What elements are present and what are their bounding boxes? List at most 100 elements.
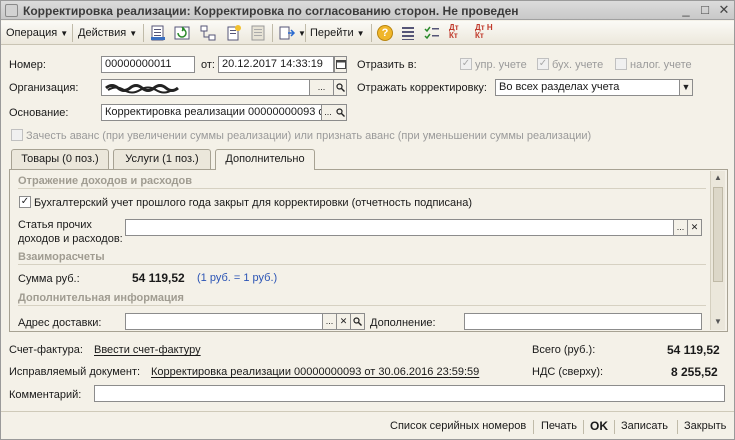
- refresh-icon[interactable]: [173, 24, 191, 42]
- dt-kt-icon[interactable]: Дт Кт: [449, 24, 469, 42]
- print-button[interactable]: Печать: [541, 420, 577, 432]
- corrected-document-label: Исправляемый документ:: [9, 366, 141, 378]
- checklist-icon[interactable]: [423, 24, 441, 42]
- comment-field[interactable]: [94, 385, 725, 402]
- management-accounting-checkbox[interactable]: ✓: [460, 58, 472, 70]
- accounting-checkbox[interactable]: ✓: [537, 58, 549, 70]
- operation-menu[interactable]: Операция ▼: [6, 25, 68, 41]
- delivery-address-clear-button[interactable]: ✕: [337, 313, 351, 330]
- tab-services[interactable]: Услуги (1 поз.): [113, 149, 211, 169]
- close-window-button[interactable]: ✕: [715, 3, 733, 18]
- invoice-label: Счет-фактура:: [9, 344, 83, 356]
- section-divider: [18, 188, 706, 189]
- income-expense-section-title: Отражение доходов и расходов: [18, 175, 193, 187]
- delivery-address-select-button[interactable]: ...: [323, 313, 337, 330]
- sum-value: 54 119,52: [132, 271, 185, 285]
- extra-info-section-title: Дополнительная информация: [18, 292, 184, 304]
- date-label: от:: [201, 59, 215, 71]
- comment-label: Комментарий:: [9, 389, 82, 401]
- delivery-address-open-button[interactable]: [351, 313, 365, 330]
- vat-label: НДС (сверху):: [532, 366, 604, 378]
- clear-icon: ✕: [690, 222, 699, 232]
- calendar-button[interactable]: [334, 56, 347, 73]
- dt-kt-tax-icon[interactable]: Дт Н Кт: [475, 24, 497, 42]
- bottom-separator: [533, 420, 534, 434]
- closed-year-checkbox[interactable]: ✓: [19, 196, 31, 208]
- closed-year-label: Бухгалтерский учет прошлого года закрыт …: [34, 197, 473, 209]
- other-income-clear-button[interactable]: ✕: [688, 219, 702, 236]
- dt-kt-label: Дт Кт: [449, 23, 459, 40]
- operation-menu-label: Операция: [6, 27, 58, 39]
- chevron-down-icon: ▼: [681, 82, 691, 92]
- tab-goods[interactable]: Товары (0 поз.): [11, 149, 109, 169]
- exchange-rate-value: (1 руб. = 1 руб.): [197, 272, 278, 284]
- advance-offset-label: Зачесть аванс (при увеличении суммы реал…: [26, 130, 592, 142]
- goto-menu-label: Перейти: [310, 27, 354, 39]
- other-income-label: Статья прочих доходов и расходов:: [18, 219, 123, 245]
- window-title: Корректировка реализации: Корректировка …: [23, 4, 519, 18]
- ok-button[interactable]: OK: [590, 419, 608, 433]
- toolbar-separator: [371, 24, 372, 42]
- tax-accounting-checkbox[interactable]: [615, 58, 627, 70]
- other-income-select-button[interactable]: ...: [674, 219, 688, 236]
- toolbar-separator: [143, 24, 144, 42]
- sum-label: Сумма руб.:: [18, 273, 80, 285]
- save-button[interactable]: Записать: [621, 420, 668, 432]
- bottom-bar: Список серийных номеров Печать OK Записа…: [1, 411, 734, 439]
- document-icon: [5, 4, 18, 17]
- basis-open-button[interactable]: [334, 104, 347, 121]
- journal-icon[interactable]: [249, 24, 267, 42]
- based-on-icon[interactable]: [278, 24, 296, 42]
- minimize-button[interactable]: _: [677, 3, 695, 18]
- scroll-down-icon[interactable]: ▼: [711, 315, 725, 329]
- actions-menu[interactable]: Действия ▼: [78, 25, 137, 41]
- tax-accounting-label: налог. учете: [630, 59, 692, 71]
- close-button[interactable]: Закрыть: [684, 420, 726, 432]
- serial-numbers-button[interactable]: Список серийных номеров: [390, 420, 526, 432]
- actions-menu-label: Действия: [78, 27, 127, 39]
- corrected-document-link[interactable]: Корректировка реализации 00000000093 от …: [151, 366, 479, 378]
- help-icon[interactable]: ?: [377, 25, 393, 41]
- settlements-section-title: Взаиморасчеты: [18, 251, 105, 263]
- advance-offset-checkbox[interactable]: [11, 129, 23, 141]
- panel-scrollbar[interactable]: ▲ ▼: [710, 171, 725, 330]
- reflect-correction-select[interactable]: Во всех разделах учета: [495, 79, 680, 96]
- tab-additional[interactable]: Дополнительно: [215, 149, 315, 170]
- title-bar: Корректировка реализации: Корректировка …: [1, 1, 734, 20]
- enter-invoice-link[interactable]: Ввести счет-фактуру: [94, 344, 201, 356]
- organization-field[interactable]: [101, 79, 310, 96]
- vat-value: 8 255,52: [671, 365, 718, 379]
- bottom-separator: [614, 420, 615, 434]
- scroll-thumb[interactable]: [713, 187, 723, 282]
- organization-select-button[interactable]: ...: [310, 79, 334, 96]
- post-document-icon[interactable]: [149, 24, 167, 42]
- total-label: Всего (руб.):: [532, 344, 596, 356]
- organization-label: Организация:: [9, 82, 79, 94]
- structure-icon[interactable]: [199, 24, 217, 42]
- basis-label: Основание:: [9, 107, 69, 119]
- clear-icon: ✕: [339, 316, 348, 326]
- additional-panel: [9, 169, 728, 332]
- reflect-correction-dropdown-button[interactable]: ▼: [680, 79, 693, 96]
- goto-menu[interactable]: Перейти ▼: [310, 25, 365, 41]
- reflect-correction-label: Отражать корректировку:: [357, 82, 487, 94]
- section-divider: [18, 264, 706, 265]
- dropdown-arrow-icon: ▼: [356, 29, 365, 38]
- number-field[interactable]: 00000000011: [101, 56, 195, 73]
- toolbar-separator: [72, 24, 73, 42]
- scroll-up-icon[interactable]: ▲: [711, 171, 725, 185]
- restore-button[interactable]: □: [696, 3, 714, 18]
- addition-field[interactable]: [464, 313, 702, 330]
- organization-open-button[interactable]: [334, 79, 347, 96]
- bottom-separator: [677, 420, 678, 434]
- delivery-address-field[interactable]: [125, 313, 323, 330]
- date-field[interactable]: 20.12.2017 14:33:19: [218, 56, 334, 73]
- magnifier-icon: [335, 108, 345, 117]
- number-label: Номер:: [9, 59, 46, 71]
- delivery-address-label: Адрес доставки:: [18, 317, 102, 329]
- document-copy-icon[interactable]: [225, 24, 243, 42]
- basis-field[interactable]: Корректировка реализации 00000000093 от …: [101, 104, 322, 121]
- calendar-icon: [335, 60, 346, 69]
- other-income-field[interactable]: [125, 219, 674, 236]
- list-settings-icon[interactable]: [399, 24, 417, 42]
